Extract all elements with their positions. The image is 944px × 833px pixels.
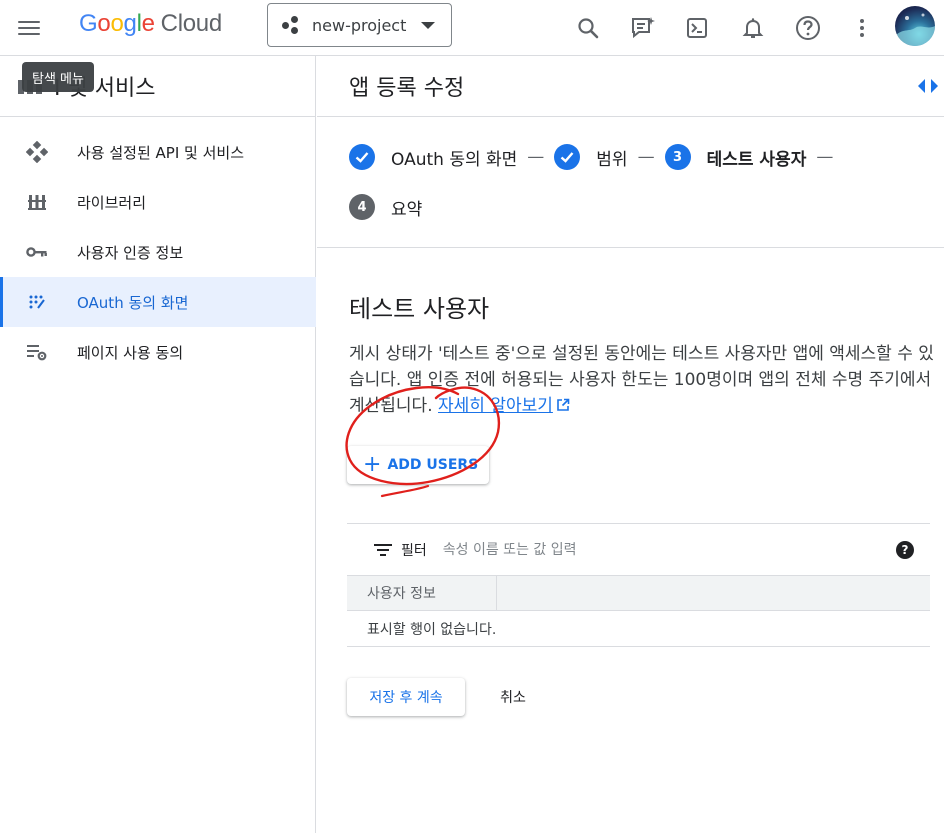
sidebar-item-label: 페이지 사용 동의 bbox=[77, 343, 184, 362]
collapse-panel-icon[interactable] bbox=[916, 78, 940, 94]
step-label: OAuth 동의 화면 bbox=[391, 149, 518, 170]
help-icon[interactable] bbox=[792, 12, 824, 44]
step-summary[interactable]: 4 요약 bbox=[349, 194, 422, 220]
step-separator: — bbox=[816, 147, 834, 167]
sidebar-item-enabled-apis[interactable]: 사용 설정된 API 및 서비스 bbox=[0, 127, 316, 177]
divider bbox=[317, 247, 944, 248]
filter-icon[interactable] bbox=[373, 542, 393, 558]
open-in-new-icon bbox=[557, 398, 570, 411]
step-label: 범위 bbox=[596, 149, 628, 170]
sidebar-item-label: OAuth 동의 화면 bbox=[77, 293, 189, 312]
step-oauth-consent[interactable]: OAuth 동의 화면 bbox=[349, 144, 517, 170]
step-separator: — bbox=[527, 147, 545, 167]
description: 게시 상태가 '테스트 중'으로 설정된 동안에는 테스트 사용자만 앱에 액세… bbox=[349, 341, 934, 419]
project-name: new-project bbox=[312, 15, 407, 35]
sidebar-nav: 사용 설정된 API 및 서비스 라이브러리 사용자 인증 정보 OAuth 동… bbox=[0, 127, 316, 377]
learn-more-link[interactable]: 자세히 알아보기 bbox=[438, 396, 553, 416]
sidebar-item-oauth-consent[interactable]: OAuth 동의 화면 bbox=[0, 277, 316, 327]
sidebar-item-label: 사용자 인증 정보 bbox=[77, 243, 184, 262]
oauth-consent-icon bbox=[26, 291, 48, 313]
check-circle-icon bbox=[349, 144, 375, 170]
sidebar-item-label: 사용 설정된 API 및 서비스 bbox=[77, 143, 245, 162]
google-cloud-logo[interactable]: Google Cloud bbox=[79, 10, 222, 38]
filter-bar: 필터 ? bbox=[347, 523, 930, 575]
divider bbox=[317, 116, 944, 117]
step-number: 4 bbox=[349, 194, 375, 220]
cloud-shell-icon[interactable] bbox=[681, 12, 713, 44]
filter-label: 필터 bbox=[401, 542, 427, 559]
gemini-chat-icon[interactable] bbox=[627, 12, 659, 44]
sidebar-item-credentials[interactable]: 사용자 인증 정보 bbox=[0, 227, 316, 277]
notifications-bell-icon[interactable] bbox=[737, 12, 769, 44]
library-icon bbox=[26, 191, 48, 213]
chevron-down-icon bbox=[421, 21, 435, 29]
filter-input[interactable] bbox=[442, 541, 823, 558]
step-scopes[interactable]: 범위 bbox=[554, 144, 628, 170]
project-icon bbox=[282, 16, 304, 34]
step-number: 3 bbox=[664, 144, 691, 170]
stepper: OAuth 동의 화면 — 범위 — 3 테스트 사용자 — 4 요약 bbox=[349, 142, 919, 222]
project-picker[interactable]: new-project bbox=[267, 3, 452, 47]
column-header-user-info[interactable]: 사용자 정보 bbox=[347, 576, 497, 610]
sidebar-item-page-usage[interactable]: 페이지 사용 동의 bbox=[0, 327, 316, 377]
help-icon[interactable]: ? bbox=[896, 541, 914, 559]
key-icon bbox=[26, 241, 48, 263]
sidebar-item-label: 라이브러리 bbox=[77, 193, 147, 212]
table-header: 사용자 정보 bbox=[347, 575, 930, 611]
step-label: 요약 bbox=[391, 199, 423, 220]
more-vert-icon[interactable] bbox=[846, 12, 878, 44]
sidebar: I 및 서비스 사용 설정된 API 및 서비스 라이브러리 사용자 인증 정보 bbox=[0, 56, 316, 833]
sidebar-item-library[interactable]: 라이브러리 bbox=[0, 177, 316, 227]
step-label: 테스트 사용자 bbox=[706, 149, 807, 170]
cancel-button[interactable]: 취소 bbox=[483, 678, 543, 716]
test-users-table: 필터 ? 사용자 정보 표시할 행이 없습니다. bbox=[347, 523, 930, 647]
page-title: 앱 등록 수정 bbox=[349, 76, 465, 101]
page-usage-settings-icon bbox=[26, 341, 48, 363]
divider bbox=[0, 116, 316, 117]
hamburger-menu-icon[interactable] bbox=[18, 14, 46, 42]
save-and-continue-button[interactable]: 저장 후 계속 bbox=[347, 678, 465, 716]
search-icon[interactable] bbox=[572, 12, 604, 44]
section-title: 테스트 사용자 bbox=[349, 295, 490, 323]
plus-icon: + bbox=[363, 452, 382, 477]
account-avatar[interactable] bbox=[895, 6, 935, 46]
step-separator: — bbox=[637, 147, 655, 167]
empty-table-message: 표시할 행이 없습니다. bbox=[347, 611, 930, 647]
add-users-button[interactable]: + ADD USERS bbox=[347, 446, 489, 484]
main-content: 앱 등록 수정 OAuth 동의 화면 — 범위 — 3 테스트 사용자 — 4… bbox=[317, 56, 944, 833]
api-diamond-icon bbox=[26, 141, 48, 163]
top-bar: Google Cloud new-project bbox=[0, 0, 944, 56]
step-test-users[interactable]: 3 테스트 사용자 bbox=[664, 144, 807, 170]
description-text: 게시 상태가 '테스트 중'으로 설정된 동안에는 테스트 사용자만 앱에 액세… bbox=[349, 344, 934, 416]
navigation-menu-tooltip: 탐색 메뉴 bbox=[22, 62, 94, 92]
check-circle-icon bbox=[554, 144, 581, 170]
